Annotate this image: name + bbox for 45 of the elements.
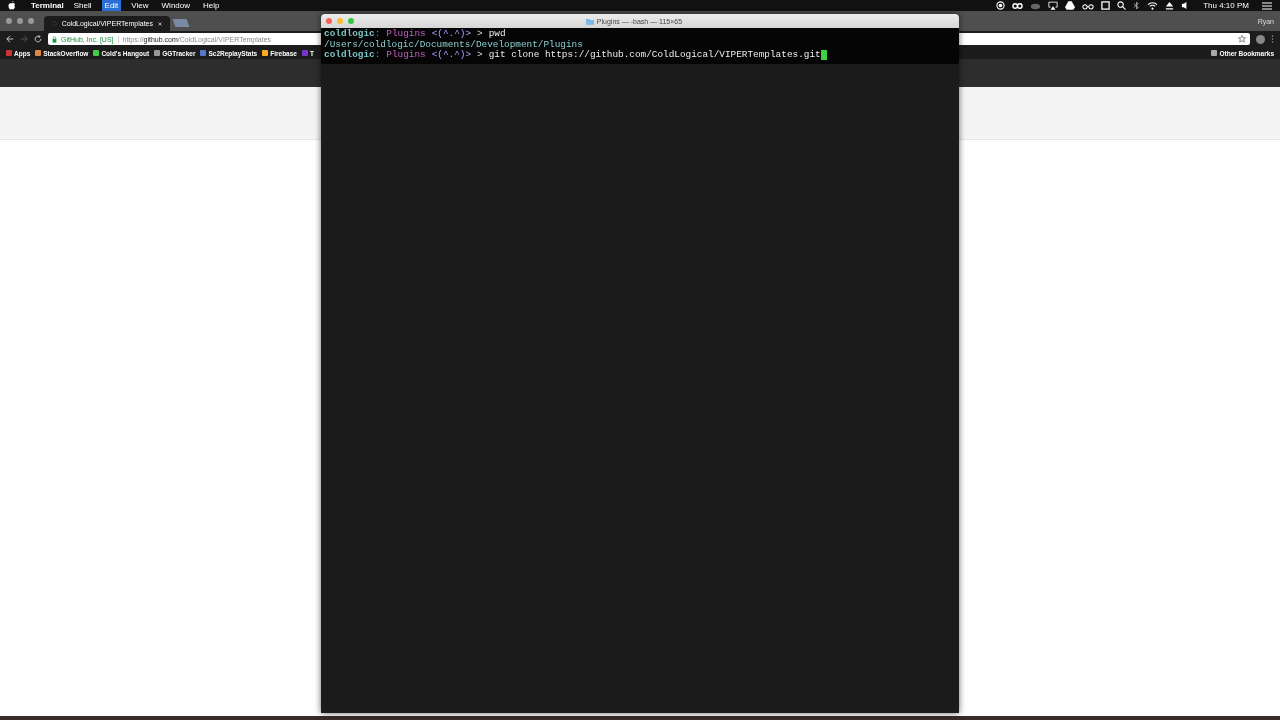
- square-icon[interactable]: [1101, 1, 1111, 10]
- apple-icon[interactable]: [8, 1, 16, 10]
- star-icon[interactable]: [1238, 35, 1246, 43]
- reload-icon[interactable]: [34, 35, 42, 43]
- menu-item[interactable]: Shell: [70, 0, 95, 11]
- command-text: pwd: [488, 29, 506, 40]
- app-menu[interactable]: Terminal: [31, 1, 64, 10]
- prompt-user: coldlogic: [324, 50, 375, 61]
- command-text: git clone https://github.com/ColdLogical/VIPERTemplates.git: [488, 50, 821, 61]
- zoom-dot[interactable]: [28, 18, 34, 24]
- menu-item[interactable]: View: [128, 0, 152, 11]
- close-icon[interactable]: [158, 20, 162, 27]
- clock[interactable]: Thu 4:10 PM: [1203, 1, 1249, 10]
- eject-icon[interactable]: [1165, 1, 1175, 10]
- output-line: /Users/coldlogic/Documents/Development/Plugins: [324, 39, 583, 50]
- menu-item[interactable]: Window: [158, 0, 193, 11]
- record-icon[interactable]: [996, 1, 1006, 10]
- airplay-icon[interactable]: [1048, 1, 1059, 10]
- close-dot[interactable]: [6, 18, 12, 24]
- glasses-icon[interactable]: [1082, 1, 1095, 10]
- wifi-icon[interactable]: [1147, 1, 1159, 10]
- prompt-separator: :: [374, 50, 381, 61]
- menu-item[interactable]: Edit: [101, 0, 122, 11]
- minimize-dot[interactable]: [17, 18, 23, 24]
- back-icon[interactable]: [6, 35, 14, 43]
- folder-icon: [585, 17, 594, 25]
- prompt-arrow: >: [477, 29, 483, 40]
- avatar[interactable]: [1256, 34, 1265, 44]
- prompt-face: <(^.^)>: [431, 29, 472, 40]
- prompt-arrow: >: [477, 50, 483, 61]
- link-icon[interactable]: [1012, 1, 1024, 10]
- prompt-directory: Plugins: [386, 29, 426, 40]
- prompt-separator: :: [374, 29, 381, 40]
- lock-icon: [52, 35, 57, 43]
- list-icon[interactable]: [1262, 1, 1272, 10]
- search-icon[interactable]: [1117, 1, 1127, 10]
- more-icon[interactable]: [1271, 34, 1274, 44]
- bluetooth-icon[interactable]: [1133, 1, 1141, 10]
- prompt-user: coldlogic: [324, 29, 375, 40]
- prompt-face: <(^.^)>: [431, 50, 472, 61]
- minimize-dot[interactable]: [337, 18, 343, 24]
- close-dot[interactable]: [326, 18, 332, 24]
- menu-item[interactable]: Help: [200, 0, 223, 11]
- prompt-directory: Plugins: [386, 50, 426, 61]
- zoom-dot[interactable]: [348, 18, 354, 24]
